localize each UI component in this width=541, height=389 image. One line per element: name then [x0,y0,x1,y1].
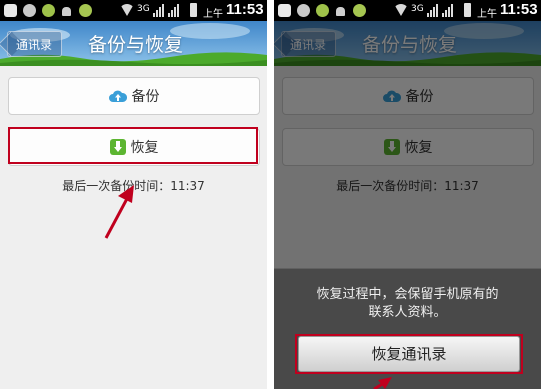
red-arrow-annotation [104,185,134,239]
screenshot-divider [267,0,274,389]
red-arrow-annotation [373,377,392,389]
screen-main: 3G 上午 11:53 通讯录 备份与恢复 备份 恢复 [0,0,267,389]
screen-restore-dialog: 3G 上午 11:53 通讯录 备份与恢复 [274,0,541,389]
